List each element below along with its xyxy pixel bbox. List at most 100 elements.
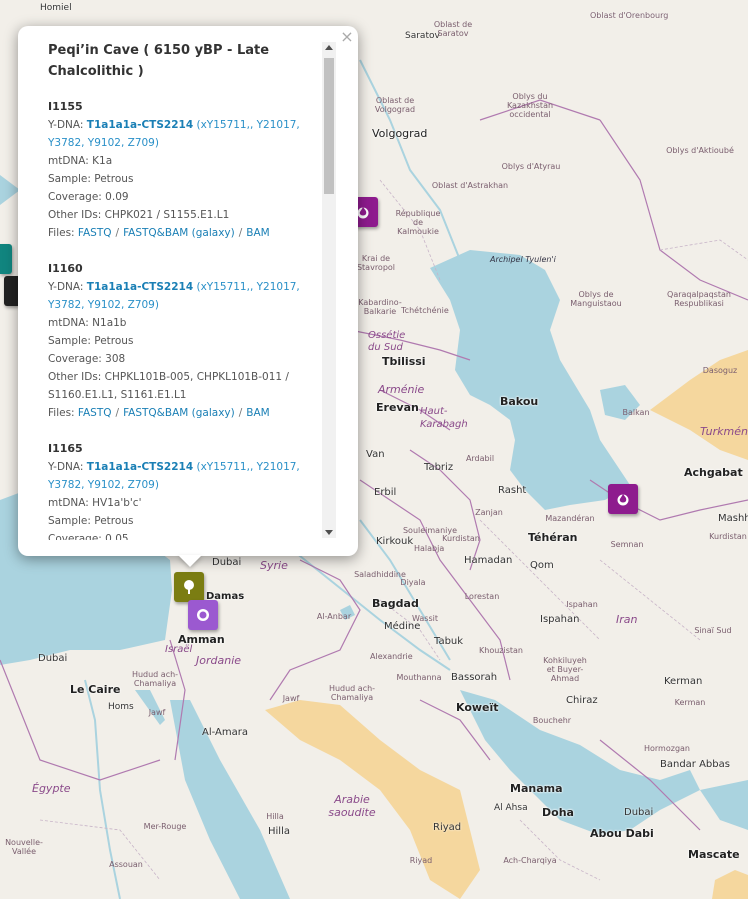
scroll-down-arrow-icon[interactable] [325, 530, 333, 535]
sample-entry: I1155 Y-DNA: T1a1a1a-CTS2214 (xY15711,, … [48, 98, 320, 242]
label-rasht: Rasht [498, 485, 527, 496]
label-mouthanna: Mouthanna [396, 673, 442, 682]
label-oblys-atyrau: Oblys d'Atyrau [501, 162, 561, 171]
sample-entry: I1160 Y-DNA: T1a1a1a-CTS2214 (xY15711,, … [48, 260, 320, 422]
label-jawf: Jawf [282, 694, 300, 703]
scrollbar-thumb[interactable] [324, 58, 334, 194]
label-iran: Iran [616, 613, 638, 626]
label-khouzistan: Khouzistan [479, 646, 523, 655]
label-manguistaou: Oblys de Manguistaou [570, 290, 622, 308]
label-tchetchenie: Tchétchénie [401, 306, 449, 315]
label-bouchehr: Bouchehr [532, 716, 572, 725]
label-hamadan: Hamadan [464, 555, 513, 566]
label-bassorah: Bassorah [451, 672, 498, 683]
label-riyad: Riyad [433, 822, 462, 833]
label-mascate: Mascate [688, 848, 740, 861]
map-marker-left-teal[interactable] [0, 244, 12, 274]
sample-id: I1160 [48, 262, 83, 275]
label-amman: Amman [178, 633, 225, 646]
bam-link[interactable]: BAM [246, 407, 269, 419]
label-lorestan: Lorestan [464, 592, 500, 601]
label-le-caire: Le Caire [70, 683, 121, 696]
ydna-row: Y-DNA: T1a1a1a-CTS2214 (xY15711,, Y21017… [48, 461, 300, 491]
fastq-bam-galaxy-link[interactable]: FASTQ&BAM (galaxy) [123, 227, 235, 239]
coverage-row: Coverage: 308 [48, 353, 126, 365]
label-najaf: Alexandrie [370, 652, 413, 661]
mtdna-row: mtDNA: HV1a'b'c' [48, 497, 142, 509]
label-ispahan-region: Ispahan [566, 600, 598, 609]
label-semnan: Semnan [610, 540, 644, 549]
bam-link[interactable]: BAM [246, 227, 269, 239]
tree-icon [184, 580, 194, 594]
flame-icon [617, 494, 629, 506]
label-egypte: Égypte [32, 782, 71, 795]
label-kerman: Kerman [664, 676, 703, 687]
mtdna-row: mtDNA: K1a [48, 155, 113, 167]
fastq-link[interactable]: FASTQ [78, 407, 112, 419]
label-mer-rouge: Mer-Rouge [143, 822, 187, 831]
label-chiraz: Chiraz [566, 695, 598, 706]
label-volgograd: Volgograd [372, 127, 428, 140]
files-row: Files: FASTQ / FASTQ&BAM (galaxy) / BAM [48, 407, 270, 419]
ydna-haplogroup-link[interactable]: T1a1a1a-CTS2214 [87, 281, 193, 293]
ydna-haplogroup-link[interactable]: T1a1a1a-CTS2214 [87, 119, 193, 131]
ydna-row: Y-DNA: T1a1a1a-CTS2214 (xY15711,, Y21017… [48, 281, 300, 311]
label-israel: Israël [165, 644, 193, 655]
label-halabja: Halabja [414, 544, 445, 553]
label-bagdad: Bagdad [372, 597, 419, 610]
popup-content[interactable]: Peqi’in Cave ( 6150 yBP - Late Chalcolit… [48, 40, 320, 540]
label-doha: Doha [542, 806, 574, 819]
circle-icon [197, 609, 209, 621]
label-archipel-tyuleni: Archipel Tyulen'i [490, 255, 556, 264]
label-turkmen: Turkmén [700, 425, 748, 438]
label-manama: Manama [510, 782, 563, 795]
label-bakou: Bakou [500, 395, 539, 408]
label-kazakhstan-occidental: Oblys du Kazakhstan occidental [506, 92, 554, 119]
label-ossetie-du-sud: Ossétie du Sud [368, 330, 406, 353]
label-oblast-astrakhan: Oblast d'Astrakhan [431, 181, 509, 190]
files-row: Files: FASTQ / FASTQ&BAM (galaxy) / BAM [48, 227, 270, 239]
label-alexandrie: Dubai [38, 653, 68, 664]
ydna-row: Y-DNA: T1a1a1a-CTS2214 (xY15711,, Y21017… [48, 119, 300, 149]
sample-entry: I1165 Y-DNA: T1a1a1a-CTS2214 (xY15711,, … [48, 440, 320, 540]
map-marker-turkmenistan[interactable] [608, 484, 638, 514]
popup-close-button[interactable]: × [338, 28, 356, 46]
label-oblys-aktioube: Oblys d'Aktioubé [666, 146, 734, 155]
fastq-bam-galaxy-link[interactable]: FASTQ&BAM (galaxy) [123, 407, 235, 419]
popup-scrollbar[interactable] [322, 42, 336, 538]
map-marker-levant-tree[interactable] [174, 572, 204, 602]
label-kerman-region: Kerman [674, 698, 706, 707]
label-assouan: Assouan [109, 860, 143, 869]
label-oblast-volgograd: Oblast de Volgograd [374, 96, 416, 114]
label-stavropol: Krai de Stavropol [356, 254, 396, 272]
label-homiel: Homiel [40, 3, 72, 13]
label-tabuk: Al-Amara [202, 727, 248, 738]
map-marker-levant-circle[interactable] [188, 600, 218, 630]
label-al-anbar: Al-Anbar [316, 612, 352, 621]
label-mashhad: Mashhad [718, 513, 748, 524]
other-ids-row: Other IDs: CHPK021 / S1155.E1.L1 [48, 209, 230, 221]
label-khorasan-razavi: Kurdistan [709, 532, 747, 541]
label-balkan: Balkan [622, 408, 650, 417]
label-zanjan: Zanjan [475, 508, 503, 517]
label-dubai: Dubai [624, 807, 654, 818]
label-achgabat: Achgabat [684, 466, 743, 479]
label-oblast-saratov: Oblast de Saratov [433, 20, 473, 38]
label-kabardino-balkarie: Kabardino-Balkarie [358, 298, 402, 316]
label-diyala: Diyala [400, 578, 426, 587]
ydna-haplogroup-link[interactable]: T1a1a1a-CTS2214 [87, 461, 193, 473]
mtdna-row: mtDNA: N1a1b [48, 317, 127, 329]
label-al-amara: Tabuk [434, 636, 464, 647]
scroll-up-arrow-icon[interactable] [325, 45, 333, 50]
sample-type-row: Sample: Petrous [48, 173, 134, 185]
label-hilla: Médine [384, 621, 421, 632]
coverage-row: Coverage: 0.09 [48, 191, 129, 203]
label-kalmoukie: République de Kalmoukie [395, 209, 441, 236]
label-koweit: Koweït [456, 701, 499, 714]
fastq-link[interactable]: FASTQ [78, 227, 112, 239]
label-jordanie: Jordanie [196, 654, 242, 667]
label-abou-dabi: Abou Dabi [590, 827, 654, 840]
label-haut-karabagh: Haut-Karabagh [420, 406, 468, 430]
map-marker-left-dark[interactable] [4, 276, 18, 306]
label-nouvelle-vallee: Nouvelle-Vallée [5, 838, 43, 856]
